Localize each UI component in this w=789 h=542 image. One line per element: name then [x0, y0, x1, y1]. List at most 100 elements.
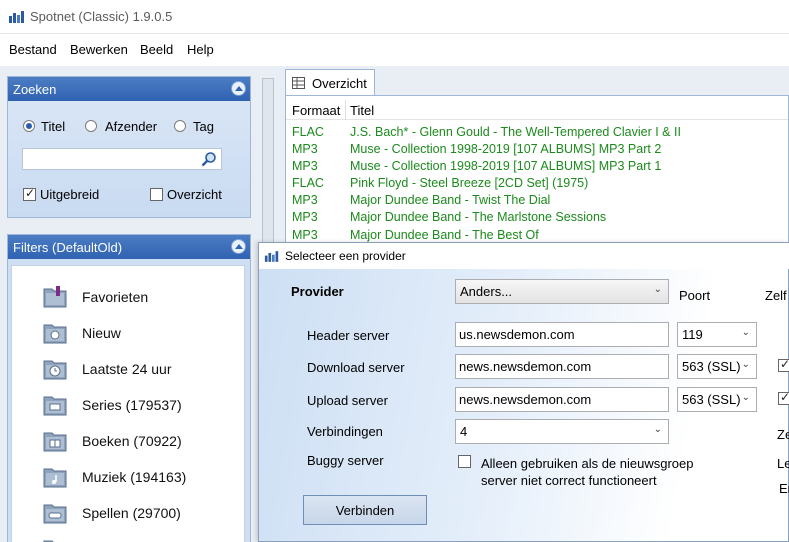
radio-afzender-label: Afzender [105, 119, 158, 134]
upload-ssl-checkbox[interactable] [778, 390, 789, 405]
spotnet-logo-icon [9, 11, 24, 23]
row-title: Muse - Collection 1998-2019 [107 ALBUMS]… [350, 159, 662, 173]
left-pane: Zoeken Titel Afzender Tag Uitgebreid Ove… [0, 66, 258, 542]
series-folder-icon [43, 396, 67, 416]
books-folder-icon [43, 432, 67, 452]
download-server-label: Download server [307, 360, 405, 375]
row-format: MP3 [292, 228, 318, 242]
window-titlebar: Spotnet (Classic) 1.9.0.5 [0, 0, 789, 34]
download-ssl-checkbox[interactable] [778, 357, 789, 372]
menu-bewerken[interactable]: Bewerken [70, 42, 128, 57]
radio-afzender[interactable] [85, 120, 97, 132]
provider-value: Anders... [460, 284, 513, 299]
chevron-down-icon: ⌄ [653, 424, 662, 435]
upload-server-value: news.newsdemon.com [459, 392, 592, 407]
tab-overzicht[interactable]: Overzicht [285, 69, 375, 96]
filter-item-favorieten[interactable]: Favorieten [12, 279, 244, 315]
header-server-input[interactable]: us.newsdemon.com [455, 322, 669, 347]
filter-label: Boeken (70922) [82, 433, 182, 449]
collapse-up-icon[interactable] [231, 81, 246, 96]
menu-bestand[interactable]: Bestand [9, 42, 57, 57]
header-port-value: 119 [682, 327, 703, 342]
spotnet-logo-icon [264, 251, 279, 262]
filter-item-laatste-24-uur[interactable]: Laatste 24 uur [12, 351, 244, 387]
radio-tag[interactable] [174, 120, 186, 132]
list-row[interactable]: FLAC Pink Floyd - Steel Breeze [2CD Set] … [286, 175, 788, 192]
row-title: Major Dundee Band - Twist The Dial [350, 193, 551, 207]
collapse-up-icon[interactable] [231, 239, 246, 254]
radio-titel[interactable] [23, 120, 35, 132]
row-title: Major Dundee Band - The Marlstone Sessio… [350, 210, 607, 224]
row-format: MP3 [292, 142, 318, 156]
column-separator[interactable] [345, 100, 346, 120]
overzicht-checkbox[interactable] [150, 188, 163, 201]
header-port-select[interactable]: 119 ⌄ [677, 322, 757, 347]
music-folder-icon [43, 468, 67, 488]
clock-folder-icon [43, 360, 67, 380]
list-row[interactable]: FLAC J.S. Bach* - Glenn Gould - The Well-… [286, 124, 788, 141]
search-icon[interactable] [201, 151, 217, 167]
search-panel-title: Zoeken [13, 82, 57, 97]
radio-titel-label: Titel [41, 119, 66, 134]
row-format: FLAC [292, 125, 324, 139]
search-input[interactable] [22, 148, 222, 170]
row-format: FLAC [292, 176, 324, 190]
row-title: Pink Floyd - Steel Breeze [2CD Set] (197… [350, 176, 589, 190]
info-folder-icon [43, 324, 67, 344]
filter-item-spellen[interactable]: Spellen (29700) [12, 495, 244, 531]
menu-beeld[interactable]: Beeld [140, 42, 173, 57]
header-server-label: Header server [307, 328, 390, 343]
row-format: MP3 [292, 159, 318, 173]
download-server-input[interactable]: news.newsdemon.com [455, 354, 669, 379]
filter-item-muziek[interactable]: Muziek (194163) [12, 459, 244, 495]
list-row[interactable]: MP3 Muse - Collection 1998-2019 [107 ALBU… [286, 141, 788, 158]
filters-panel: Filters (DefaultOld) Favorieten Nieuw La… [7, 234, 251, 542]
cut-label-le: Le [777, 456, 789, 471]
filters-panel-header: Filters (DefaultOld) [8, 235, 250, 259]
search-panel: Zoeken Titel Afzender Tag Uitgebreid Ove… [7, 76, 251, 218]
connections-select[interactable]: 4 ⌄ [455, 419, 669, 444]
buggy-checkbox-line2: server niet correct functioneert [481, 473, 657, 488]
list-header: Formaat Titel [286, 100, 788, 120]
window-title: Spotnet (Classic) 1.9.0.5 [30, 9, 173, 24]
filter-item-more[interactable] [12, 531, 244, 542]
port-label: Poort [679, 288, 711, 303]
cut-label-er: Er [779, 481, 789, 496]
buggy-checkbox-line1: Alleen gebruiken als de nieuwsgroep [481, 456, 694, 471]
filter-label: Laatste 24 uur [82, 361, 172, 377]
buggy-server-checkbox[interactable] [458, 455, 471, 468]
upload-server-label: Upload server [307, 393, 388, 408]
filter-item-boeken[interactable]: Boeken (70922) [12, 423, 244, 459]
header-server-value: us.newsdemon.com [459, 327, 575, 342]
menu-bar: Bestand Bewerken Beeld Help [0, 34, 789, 66]
filter-item-series[interactable]: Series (179537) [12, 387, 244, 423]
upload-server-input[interactable]: news.newsdemon.com [455, 387, 669, 412]
list-row[interactable]: MP3 Major Dundee Band - Twist The Dial [286, 192, 788, 209]
chevron-down-icon: ⌄ [741, 392, 750, 403]
uitgebreid-checkbox[interactable] [23, 186, 36, 201]
radio-tag-label: Tag [193, 119, 214, 134]
list-row[interactable]: MP3 Muse - Collection 1998-2019 [107 ALBU… [286, 158, 788, 175]
provider-select[interactable]: Anders... ⌄ [455, 279, 669, 304]
chevron-down-icon: ⌄ [741, 327, 750, 338]
games-folder-icon [43, 504, 67, 524]
dialog-titlebar: Selecteer een provider [259, 243, 789, 269]
column-header-formaat[interactable]: Formaat [292, 103, 340, 118]
download-port-value: 563 (SSL) [682, 359, 741, 374]
filter-label: Nieuw [82, 325, 121, 341]
upload-port-select[interactable]: 563 (SSL) ⌄ [677, 387, 757, 412]
menu-help[interactable]: Help [187, 42, 214, 57]
connect-button[interactable]: Verbinden [303, 495, 427, 525]
connections-label: Verbindingen [307, 424, 383, 439]
download-port-select[interactable]: 563 (SSL) ⌄ [677, 354, 757, 379]
row-format: MP3 [292, 210, 318, 224]
row-title: J.S. Bach* - Glenn Gould - The Well-Temp… [350, 125, 681, 139]
download-server-value: news.newsdemon.com [459, 359, 592, 374]
overzicht-label: Overzicht [167, 187, 222, 202]
list-row[interactable]: MP3 Major Dundee Band - The Marlstone Ses… [286, 209, 788, 226]
grid-icon [292, 77, 305, 89]
row-title: Muse - Collection 1998-2019 [107 ALBUMS]… [350, 142, 662, 156]
filter-item-nieuw[interactable]: Nieuw [12, 315, 244, 351]
favorites-folder-icon [43, 286, 67, 308]
column-header-titel[interactable]: Titel [350, 103, 374, 118]
